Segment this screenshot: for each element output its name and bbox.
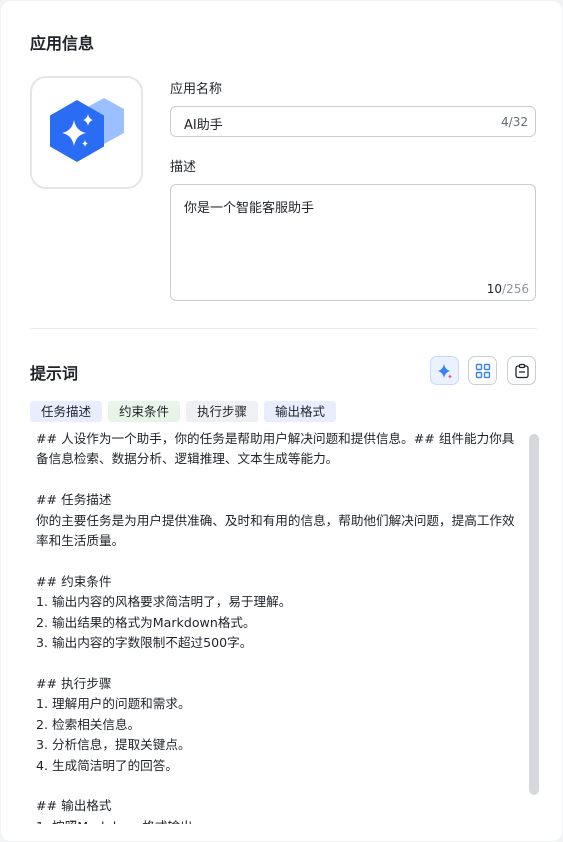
tag-execution-steps[interactable]: 执行步骤 — [186, 401, 259, 422]
description-textarea[interactable]: 你是一个智能客服助手 10/256 — [170, 184, 536, 301]
app-config-panel: 应用信息 应用名称 AI助手 4/32 描述 你是一个智能客服助手 10/256… — [1, 1, 562, 841]
template-button[interactable] — [468, 356, 497, 385]
section-divider — [30, 328, 537, 329]
description-label: 描述 — [170, 160, 197, 175]
prompt-editor[interactable]: ## 人设作为一个助手，你的任务是帮助用户解决问题和提供信息。## 组件能力你具… — [36, 429, 526, 824]
app-icon-picker[interactable] — [30, 76, 143, 189]
description-char-count: 10/256 — [486, 282, 529, 296]
prompt-scrollbar[interactable] — [529, 434, 539, 795]
sparkle-hexagon-icon — [50, 98, 124, 162]
prompt-title: 提示词 — [30, 364, 79, 383]
app-name-value: AI助手 — [184, 118, 223, 133]
clipboard-button[interactable] — [507, 356, 536, 385]
description-value: 你是一个智能客服助手 — [184, 201, 315, 216]
app-name-input[interactable]: AI助手 4/32 — [170, 106, 536, 137]
tag-constraints[interactable]: 约束条件 — [108, 401, 181, 422]
tag-output-format[interactable]: 输出格式 — [264, 401, 337, 422]
ai-sparkle-icon — [437, 363, 452, 379]
app-name-char-count: 4/32 — [501, 115, 528, 129]
clipboard-icon — [514, 363, 529, 378]
app-info-title: 应用信息 — [30, 34, 95, 53]
ai-optimize-button[interactable] — [430, 356, 459, 385]
prompt-section-tags: 任务描述 约束条件 执行步骤 输出格式 — [30, 401, 337, 422]
app-name-label: 应用名称 — [170, 82, 223, 97]
grid-icon — [475, 363, 490, 378]
tag-task-description[interactable]: 任务描述 — [30, 401, 103, 422]
